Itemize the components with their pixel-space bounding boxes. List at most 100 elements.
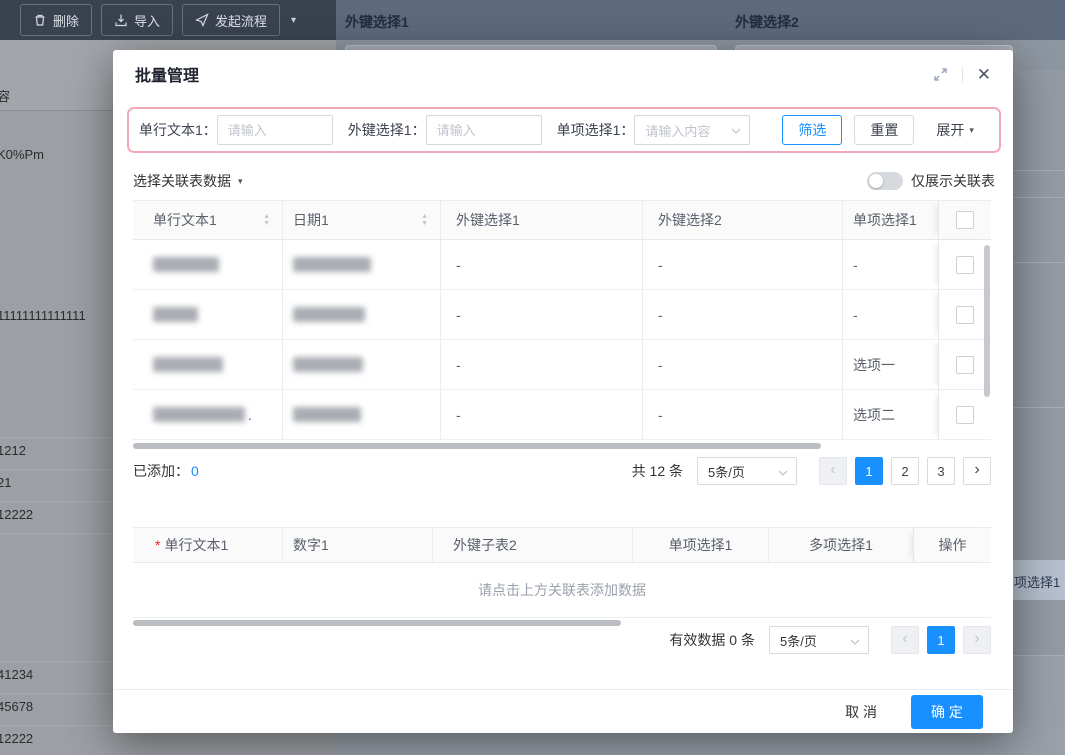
filter-field3-placeholder: 请输入内容 bbox=[645, 121, 710, 140]
modal-title: 批量管理 bbox=[135, 62, 199, 86]
header-divider bbox=[962, 67, 963, 82]
column-label: 单项选择1 bbox=[669, 535, 733, 555]
cancel-button[interactable]: 取 消 bbox=[831, 696, 891, 728]
column-header-multi-select1: 多项选择1 bbox=[769, 528, 913, 562]
caret-down-icon: ▾ bbox=[969, 126, 974, 135]
filter-reset-button[interactable]: 重置 bbox=[854, 115, 914, 145]
confirm-button[interactable]: 确 定 bbox=[911, 695, 983, 729]
table-row[interactable]: . - - 选项二 bbox=[133, 390, 991, 440]
delete-button-label: 删除 bbox=[53, 11, 79, 30]
redacted-text bbox=[153, 407, 245, 422]
page-size-value: 5条/页 bbox=[708, 462, 745, 481]
table-row[interactable]: - - - bbox=[133, 290, 991, 340]
column-label: 单行文本1 bbox=[164, 535, 228, 555]
page-button-3[interactable]: 3 bbox=[927, 457, 955, 485]
page-button-1[interactable]: 1 bbox=[927, 626, 955, 654]
filter-field2-label: 外键选择1： bbox=[348, 120, 426, 140]
filter-expand-toggle[interactable]: 展开 ▾ bbox=[936, 120, 974, 140]
column-header-text1[interactable]: 单行文本1 ▲ ▼ bbox=[133, 201, 283, 239]
filter-field2-input[interactable] bbox=[426, 115, 542, 145]
import-button[interactable]: 导入 bbox=[101, 4, 173, 36]
next-page-button[interactable]: › bbox=[963, 457, 991, 485]
background-cell: 12222 bbox=[0, 731, 33, 746]
page-size-value: 5条/页 bbox=[780, 631, 817, 650]
page-size-select[interactable]: 5条/页 bbox=[769, 626, 869, 654]
empty-state-text: 请点击上方关联表添加数据 bbox=[478, 580, 646, 600]
column-header-fk-subtable2: 外键子表2 bbox=[433, 528, 633, 562]
column-label: 数字1 bbox=[293, 535, 329, 555]
row-checkbox[interactable] bbox=[956, 306, 974, 324]
page-size-select[interactable]: 5条/页 bbox=[697, 457, 797, 485]
row-checkbox[interactable] bbox=[956, 356, 974, 374]
background-table-header: 外键选择1 外键选择2 bbox=[336, 0, 1065, 40]
only-linked-toggle[interactable] bbox=[867, 172, 903, 190]
next-page-button[interactable]: › bbox=[963, 626, 991, 654]
background-cell: K0%Pm bbox=[0, 147, 44, 162]
page-button-2[interactable]: 2 bbox=[891, 457, 919, 485]
chevron-right-icon: › bbox=[974, 462, 979, 478]
sort-desc-icon: ▼ bbox=[263, 221, 270, 227]
background-column-fk2: 外键选择2 bbox=[735, 12, 799, 32]
cell-value: - bbox=[853, 307, 858, 323]
send-icon bbox=[195, 13, 209, 27]
column-header-single-select1: 单项选择1 bbox=[633, 528, 769, 562]
background-cell: 11111111111111 bbox=[0, 308, 86, 323]
link-table-dropdown[interactable]: 选择关联表数据 ▾ bbox=[133, 171, 243, 191]
column-header-number1: 数字1 bbox=[283, 528, 433, 562]
added-label: 已添加： bbox=[133, 461, 189, 481]
close-icon[interactable]: ✕ bbox=[977, 66, 991, 83]
vertical-scrollbar[interactable] bbox=[984, 245, 990, 397]
column-header-single: 单项选择1 bbox=[843, 201, 938, 239]
chevron-left-icon: ‹ bbox=[902, 631, 907, 647]
horizontal-scrollbar[interactable] bbox=[133, 620, 621, 626]
delete-button[interactable]: 删除 bbox=[20, 4, 92, 36]
column-header-fk1: 外键选择1 bbox=[441, 201, 643, 239]
filter-submit-button[interactable]: 筛选 bbox=[782, 115, 842, 145]
row-checkbox[interactable] bbox=[956, 406, 974, 424]
column-label: 外键子表2 bbox=[453, 535, 517, 555]
link-table-title: 选择关联表数据 bbox=[133, 171, 231, 191]
cell-value: - bbox=[456, 357, 461, 373]
table-row[interactable]: - - 选项一 bbox=[133, 340, 991, 390]
added-count: 0 bbox=[191, 463, 199, 479]
chevron-down-icon bbox=[731, 121, 741, 139]
source-table: 单行文本1 ▲ ▼ 日期1 ▲ ▼ 外键选择1 bbox=[133, 200, 991, 440]
toolbar-more-caret-icon[interactable]: ▾ bbox=[291, 15, 296, 26]
page-button-1[interactable]: 1 bbox=[855, 457, 883, 485]
cell-value: - bbox=[853, 257, 858, 273]
table-row[interactable]: - - - bbox=[133, 240, 991, 290]
link-table-subbar: 选择关联表数据 ▾ 仅展示关联表 bbox=[133, 170, 995, 192]
sort-icons[interactable]: ▲ ▼ bbox=[263, 214, 270, 227]
redacted-text bbox=[293, 307, 365, 322]
redacted-text bbox=[153, 307, 198, 322]
row-checkbox[interactable] bbox=[956, 256, 974, 274]
caret-down-icon: ▾ bbox=[238, 177, 243, 186]
column-header-actions: 操作 bbox=[913, 528, 991, 562]
column-label: 多项选择1 bbox=[809, 535, 873, 555]
screen: 删除 导入 发起流程 ▾ 外键选择1 外键选择2 bbox=[0, 0, 1065, 755]
empty-state: 请点击上方关联表添加数据 bbox=[133, 563, 991, 618]
select-all-checkbox[interactable] bbox=[956, 211, 974, 229]
redacted-text bbox=[153, 257, 219, 272]
total-count-label: 共 12 条 bbox=[632, 461, 683, 481]
prev-page-button[interactable]: ‹ bbox=[891, 626, 919, 654]
column-header-date1[interactable]: 日期1 ▲ ▼ bbox=[283, 201, 441, 239]
redacted-text bbox=[293, 357, 363, 372]
sort-icons[interactable]: ▲ ▼ bbox=[421, 214, 428, 227]
start-flow-button[interactable]: 发起流程 bbox=[182, 4, 280, 36]
valid-count-label: 有效数据 0 条 bbox=[669, 630, 755, 650]
column-label: 单项选择1 bbox=[853, 210, 917, 230]
horizontal-scrollbar[interactable] bbox=[133, 443, 821, 449]
column-header-text1-required: * 单行文本1 bbox=[133, 528, 283, 562]
added-row: 已添加： 0 共 12 条 5条/页 ‹ 1 2 3 › bbox=[133, 456, 991, 486]
prev-page-button[interactable]: ‹ bbox=[819, 457, 847, 485]
sort-asc-icon: ▲ bbox=[421, 214, 428, 220]
fullscreen-icon[interactable] bbox=[933, 67, 948, 82]
filter-field1-input[interactable] bbox=[217, 115, 333, 145]
background-column-fk1: 外键选择1 bbox=[345, 12, 409, 32]
import-button-label: 导入 bbox=[134, 11, 160, 30]
required-mark: * bbox=[155, 537, 160, 553]
filter-field3-select[interactable]: 请输入内容 bbox=[634, 115, 750, 145]
cell-value: - bbox=[456, 257, 461, 273]
column-label: 日期1 bbox=[293, 210, 329, 230]
